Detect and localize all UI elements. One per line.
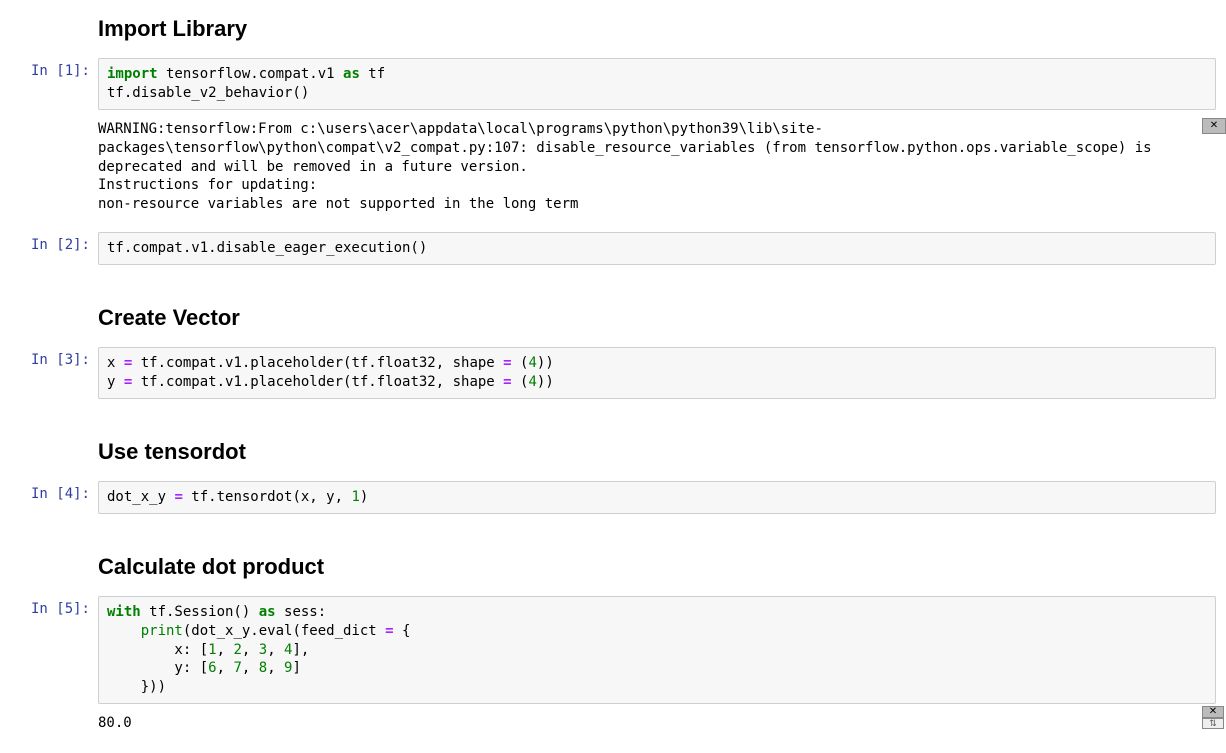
prompt-empty [0,2,98,54]
collapse-icon: ✕ [1202,706,1224,718]
prompt-empty [0,425,98,477]
markdown-cell: Create Vector [0,289,1226,345]
prompt-in-1: In [1]: [0,58,98,110]
code-cell-3[interactable]: In [3]: x = tf.compat.v1.placeholder(tf.… [0,345,1226,401]
heading-import-library: Import Library [98,16,1216,42]
code-cell-1[interactable]: In [1]: import tensorflow.compat.v1 as t… [0,56,1226,112]
output-text-5: 80.0 [98,708,1216,735]
heading-create-vector: Create Vector [98,305,1216,331]
notebook: Import Library In [1]: import tensorflow… [0,0,1226,737]
heading-use-tensordot: Use tensordot [98,439,1216,465]
code-area-5[interactable]: with tf.Session() as sess: print(dot_x_y… [98,596,1216,704]
code-cell-4[interactable]: In [4]: dot_x_y = tf.tensordot(x, y, 1) [0,479,1226,516]
code-area-3[interactable]: x = tf.compat.v1.placeholder(tf.float32,… [98,347,1216,399]
collapse-icon: ✕ [1202,118,1226,134]
prompt-in-2: In [2]: [0,232,98,265]
output-cell-1: ✕ WARNING:tensorflow:From c:\users\acer\… [0,112,1226,218]
markdown-cell: Calculate dot product [0,538,1226,594]
prompt-empty [0,708,98,735]
markdown-cell: Use tensordot [0,423,1226,479]
code-area-1[interactable]: import tensorflow.compat.v1 as tf tf.dis… [98,58,1216,110]
markdown-cell: Import Library [0,0,1226,56]
output-text-1: WARNING:tensorflow:From c:\users\acer\ap… [98,114,1216,216]
prompt-in-5: In [5]: [0,596,98,704]
code-cell-2[interactable]: In [2]: tf.compat.v1.disable_eager_execu… [0,230,1226,267]
prompt-in-4: In [4]: [0,481,98,514]
code-area-4[interactable]: dot_x_y = tf.tensordot(x, y, 1) [98,481,1216,514]
prompt-in-3: In [3]: [0,347,98,399]
prompt-empty [0,114,98,216]
prompt-empty [0,291,98,343]
code-area-2[interactable]: tf.compat.v1.disable_eager_execution() [98,232,1216,265]
code-cell-5[interactable]: In [5]: with tf.Session() as sess: print… [0,594,1226,706]
heading-calculate-dot-product: Calculate dot product [98,554,1216,580]
output-toggle-icon[interactable]: ✕ [1202,118,1224,134]
output-toggle-stack[interactable]: ✕ ⇅ [1202,706,1224,728]
expand-scroll-icon: ⇅ [1202,718,1224,729]
output-cell-5: ✕ ⇅ 80.0 [0,706,1226,737]
prompt-empty [0,540,98,592]
